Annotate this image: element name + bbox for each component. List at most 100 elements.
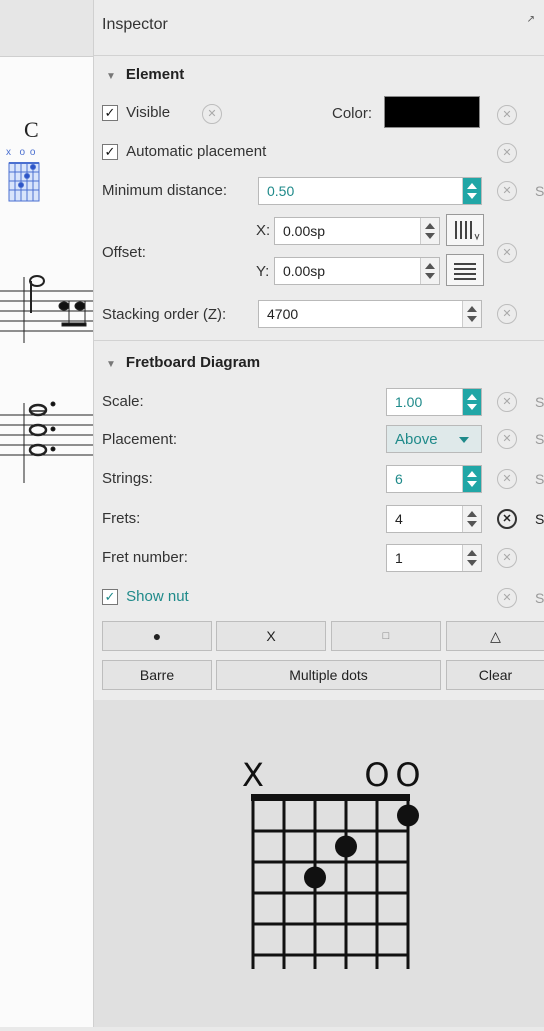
- show-nut-checkbox[interactable]: ✓: [102, 589, 118, 606]
- set-style-frets[interactable]: S: [535, 511, 544, 527]
- title-divider: [94, 55, 544, 56]
- offset-y-align-button[interactable]: [446, 254, 484, 286]
- fretboard-section-header[interactable]: ▼ Fretboard Diagram: [106, 354, 260, 371]
- color-label: Color:: [332, 105, 373, 122]
- strings-value: 6: [395, 471, 403, 487]
- fret-number-spinbox[interactable]: 1: [386, 544, 482, 572]
- offset-x-spinbox[interactable]: 0.00sp: [274, 217, 440, 245]
- offset-label: Offset:: [102, 244, 146, 261]
- inspector-title: Inspector: [102, 16, 168, 33]
- min-distance-label: Minimum distance:: [102, 182, 228, 199]
- stacking-order-value: 4700: [267, 306, 299, 322]
- visible-checkbox-row[interactable]: ✓ Visible: [102, 104, 171, 122]
- set-style-strings[interactable]: S: [535, 471, 544, 487]
- fretboard-diagram[interactable]: X OO: [94, 700, 544, 1027]
- open-string-marker[interactable]: O: [395, 756, 420, 794]
- scale-value: 1.00: [395, 394, 423, 410]
- element-section-header[interactable]: ▼ Element: [106, 66, 184, 83]
- show-nut-label: Show nut: [126, 588, 189, 605]
- triangle-dot-button[interactable]: △: [446, 621, 544, 651]
- placement-dropdown[interactable]: Above: [386, 425, 482, 453]
- set-style-show-nut[interactable]: S: [535, 590, 544, 606]
- nut-bar: [251, 794, 410, 801]
- element-section-title: Element: [125, 66, 185, 83]
- collapse-triangle-icon: ▼: [106, 71, 116, 82]
- collapse-triangle-icon: ▼: [106, 359, 116, 370]
- score-toolbar-strip: [0, 0, 93, 57]
- set-style-scale[interactable]: S: [535, 394, 544, 410]
- finger-dot[interactable]: [397, 804, 419, 827]
- offset-x-align-button[interactable]: [446, 214, 484, 246]
- visible-label: Visible: [126, 104, 171, 121]
- muted-string-marker[interactable]: X: [242, 756, 264, 794]
- score-notation[interactable]: [0, 153, 93, 483]
- show-nut-row[interactable]: ✓ Show nut: [102, 588, 189, 606]
- dot-button[interactable]: ●: [102, 621, 212, 651]
- set-style-placement[interactable]: S: [535, 431, 544, 447]
- placement-label: Placement:: [102, 431, 178, 448]
- vertical-align-icon: [455, 221, 480, 241]
- multiple-dots-button[interactable]: Multiple dots: [216, 660, 441, 690]
- score-view[interactable]: C x o o: [0, 0, 93, 1027]
- min-distance-spinbox[interactable]: 0.50: [258, 177, 482, 205]
- strings-spinbox[interactable]: 6: [386, 465, 482, 493]
- barre-button[interactable]: Barre: [102, 660, 212, 690]
- visible-checkbox[interactable]: ✓: [102, 105, 118, 122]
- offset-y-spinbox[interactable]: 0.00sp: [274, 257, 440, 285]
- scale-spin-arrows[interactable]: [462, 389, 481, 415]
- horizontal-align-icon: [454, 263, 476, 280]
- auto-placement-label: Automatic placement: [126, 143, 267, 160]
- reset-min-distance-icon[interactable]: ✕: [497, 181, 517, 201]
- mini-fretboard: [8, 162, 40, 202]
- reset-stacking-order-icon[interactable]: ✕: [497, 304, 517, 324]
- min-distance-value: 0.50: [267, 183, 295, 199]
- reset-visible-icon[interactable]: ✕: [202, 104, 222, 124]
- fret-number-spin-arrows[interactable]: [462, 545, 481, 571]
- undock-icon[interactable]: ↗: [527, 14, 535, 25]
- strings-label: Strings:: [102, 470, 153, 487]
- scale-label: Scale:: [102, 393, 144, 410]
- offset-y-label: Y:: [256, 263, 270, 280]
- reset-strings-icon[interactable]: ✕: [497, 469, 517, 489]
- reset-frets-icon[interactable]: ✕: [497, 509, 517, 529]
- min-distance-spin-arrows[interactable]: [462, 178, 481, 204]
- color-swatch-button[interactable]: [384, 96, 480, 128]
- offset-y-spin-arrows[interactable]: [420, 258, 439, 284]
- reset-offset-icon[interactable]: ✕: [497, 243, 517, 263]
- fretboard-section-title: Fretboard Diagram: [125, 354, 261, 371]
- stacking-order-spinbox[interactable]: 4700: [258, 300, 482, 328]
- offset-x-spin-arrows[interactable]: [420, 218, 439, 244]
- frets-value: 4: [395, 511, 403, 527]
- auto-placement-checkbox[interactable]: ✓: [102, 144, 118, 161]
- frets-spin-arrows[interactable]: [462, 506, 481, 532]
- reset-auto-placement-icon[interactable]: ✕: [497, 143, 517, 163]
- finger-dot[interactable]: [304, 866, 326, 889]
- stacking-order-label: Stacking order (Z):: [102, 306, 227, 323]
- frets-label: Frets:: [102, 510, 141, 527]
- reset-scale-icon[interactable]: ✕: [497, 392, 517, 412]
- strings-spin-arrows[interactable]: [462, 466, 481, 492]
- reset-placement-icon[interactable]: ✕: [497, 429, 517, 449]
- dropdown-arrow-icon: [459, 437, 469, 443]
- x-marker-button[interactable]: X: [216, 621, 326, 651]
- diagram-area: X OO: [94, 700, 544, 1027]
- placement-value: Above: [395, 431, 438, 448]
- chord-symbol[interactable]: C: [24, 117, 39, 143]
- reset-color-icon[interactable]: ✕: [497, 105, 517, 125]
- auto-placement-row[interactable]: ✓ Automatic placement: [102, 143, 267, 161]
- clear-button[interactable]: Clear: [446, 660, 544, 690]
- score-page: C x o o: [0, 57, 93, 1027]
- square-dot-button[interactable]: □: [331, 621, 441, 651]
- section-divider: [94, 340, 544, 341]
- offset-x-label: X:: [256, 222, 271, 239]
- scale-spinbox[interactable]: 1.00: [386, 388, 482, 416]
- stacking-order-spin-arrows[interactable]: [462, 301, 481, 327]
- reset-show-nut-icon[interactable]: ✕: [497, 588, 517, 608]
- set-style-min-distance[interactable]: S: [535, 183, 544, 199]
- reset-fret-number-icon[interactable]: ✕: [497, 548, 517, 568]
- frets-spinbox[interactable]: 4: [386, 505, 482, 533]
- open-string-marker[interactable]: O: [364, 756, 389, 794]
- finger-dot[interactable]: [335, 835, 357, 858]
- offset-y-value: 0.00sp: [283, 263, 326, 279]
- inspector-panel: Inspector ↗ ▼ Element ✓ Visible ✕ Color: …: [93, 0, 544, 1027]
